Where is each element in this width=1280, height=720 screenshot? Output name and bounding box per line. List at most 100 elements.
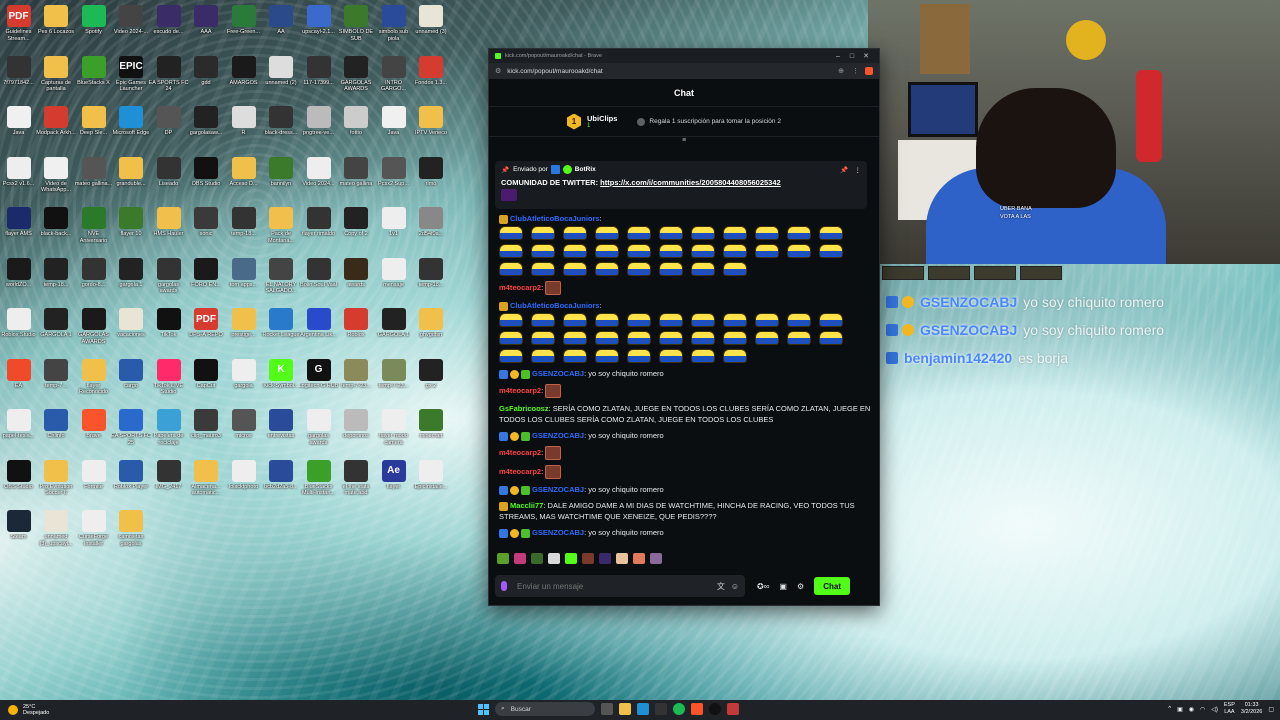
- desktop-icon[interactable]: EpicInstalle...: [413, 458, 450, 508]
- desktop-icon[interactable]: IPTV Veneco: [413, 104, 450, 154]
- desktop-icon[interactable]: fotito: [338, 104, 375, 154]
- desktop-icon[interactable]: Pcsx2 v1.6...: [0, 155, 37, 205]
- desktop-icon[interactable]: EA: [0, 357, 37, 407]
- zoom-icon[interactable]: ⊕: [838, 67, 844, 75]
- desktop-icon[interactable]: temp-18...: [225, 205, 262, 255]
- desktop-icon[interactable]: micros: [225, 407, 262, 457]
- desktop-icon[interactable]: flayer modo camera: [375, 407, 412, 457]
- desktop-icon[interactable]: Deep Sle...: [75, 104, 112, 154]
- desktop-icon[interactable]: DP: [150, 104, 187, 154]
- desktop-icon[interactable]: Brave: [75, 407, 112, 457]
- desktop-icon[interactable]: el the stats mate.abd: [338, 458, 375, 508]
- emote-icon[interactable]: [616, 553, 628, 564]
- desktop-icon[interactable]: pngtree-ve...: [300, 104, 337, 154]
- desktop-icon[interactable]: cargo: [113, 357, 150, 407]
- desktop-icon[interactable]: worldZO...: [0, 256, 37, 306]
- desktop-icon[interactable]: Rocket League: [263, 306, 300, 356]
- chat-username[interactable]: GSENZOCABJ: [532, 485, 584, 494]
- maximize-icon[interactable]: □: [845, 53, 859, 60]
- desktop-icon[interactable]: flayer AMS: [0, 205, 37, 255]
- desktop-icon[interactable]: Chlinfo: [38, 407, 75, 457]
- desktop-icon[interactable]: GARGOLAS AWARDS: [75, 306, 112, 356]
- task-view-icon[interactable]: [601, 703, 613, 715]
- desktop-icon[interactable]: CurseForge Installer: [75, 508, 112, 558]
- gift-box-icon[interactable]: ▣: [779, 582, 787, 591]
- desktop-icon[interactable]: gargola 1: [113, 256, 150, 306]
- desktop-icon[interactable]: TikTok LIVE Studio: [150, 357, 187, 407]
- desktop-icon[interactable]: 1v1: [375, 205, 412, 255]
- desktop-icon[interactable]: deportinos: [338, 407, 375, 457]
- desktop-icon[interactable]: gx 2: [413, 357, 450, 407]
- notifications-icon[interactable]: ▢: [1268, 706, 1274, 713]
- send-chat-button[interactable]: Chat: [814, 577, 851, 595]
- desktop-icon[interactable]: sonic: [188, 205, 225, 255]
- desktop-icon[interactable]: GARGOLA 1: [375, 306, 412, 356]
- desktop-icon[interactable]: lolscktphoto: [225, 458, 262, 508]
- emote-icon[interactable]: [582, 553, 594, 564]
- desktop-icon[interactable]: granduble...: [113, 155, 150, 205]
- desktop-icon[interactable]: EA SPORTS FC 25: [111, 407, 151, 457]
- desktop-icon[interactable]: BlueStacks Multi-Instan...: [300, 458, 337, 508]
- file-explorer-icon[interactable]: [619, 703, 631, 715]
- desktop-icon[interactable]: 2d54f0a...: [413, 205, 450, 255]
- desktop-icon[interactable]: OBS Studio: [188, 155, 225, 205]
- desktop-icon[interactable]: INTRO GARGO...: [375, 54, 412, 104]
- chat-username[interactable]: m4teocarp2: [499, 467, 541, 476]
- chat-message-list[interactable]: ClubAtleticoBocaJuniors: m4teocarp2: Clu…: [499, 213, 873, 543]
- desktop-icon[interactable]: Roblox Studio: [0, 306, 37, 356]
- chat-username[interactable]: GSENZOCABJ: [532, 431, 584, 440]
- store-icon[interactable]: [655, 703, 667, 715]
- desktop-icon[interactable]: unnamed (3)_upscayl...: [38, 508, 75, 558]
- desktop-icon[interactable]: PDF Guidelines Stream...: [0, 3, 37, 53]
- desktop-icon[interactable]: CapCut: [188, 357, 225, 407]
- desktop-icon[interactable]: temp-7...: [38, 357, 75, 407]
- desktop-icon[interactable]: upscayl-2.1...: [300, 3, 337, 53]
- desktop-icon[interactable]: Argentina Lik...: [300, 306, 337, 356]
- desktop-icon[interactable]: BlueStacks X: [75, 54, 112, 104]
- desktop-icon[interactable]: Pcsx2 Sup...: [375, 155, 412, 205]
- desktop-icon[interactable]: papel-tesla...: [0, 407, 37, 457]
- desktop-icon[interactable]: tom apps...: [225, 256, 262, 306]
- site-settings-icon[interactable]: ⚙: [495, 67, 501, 75]
- network-icon[interactable]: ◠: [1200, 706, 1205, 713]
- emote-icon[interactable]: [497, 553, 509, 564]
- desktop-icon[interactable]: Almacena... automatic...: [188, 458, 225, 508]
- edge-icon[interactable]: [637, 703, 649, 715]
- message-input[interactable]: [517, 581, 711, 591]
- desktop-icon[interactable]: Copy of 2: [338, 205, 375, 255]
- desktop-icon[interactable]: bcb2d2a5-8...: [263, 458, 300, 508]
- desktop-icon[interactable]: temp-7-23...: [375, 357, 412, 407]
- desktop-icon[interactable]: Pes 6 Locazos: [38, 3, 75, 53]
- desktop-icon[interactable]: Modpack Arkh...: [36, 104, 76, 154]
- desktop-icon[interactable]: AMARGOS: [225, 54, 262, 104]
- language-indicator[interactable]: ESP LAA: [1224, 702, 1235, 716]
- clock[interactable]: 01:33 3/2/2026: [1241, 702, 1262, 716]
- emote-icon[interactable]: [514, 553, 526, 564]
- desktop-icon[interactable]: EPIC Epic Games Launcher: [113, 54, 150, 104]
- desktop-icon[interactable]: unnamed (2): [263, 54, 300, 104]
- desktop-icon[interactable]: gargolas awards: [300, 407, 337, 457]
- desktop-icon[interactable]: Pack de Montana...: [263, 205, 300, 255]
- close-icon[interactable]: ✕: [859, 52, 873, 60]
- desktop-icon[interactable]: black-back...: [38, 205, 75, 255]
- desktop-icon[interactable]: Papelera de reciclaje: [150, 407, 187, 457]
- desktop-icon[interactable]: Free-Green...: [225, 3, 262, 53]
- desktop-icon[interactable]: G Logitech G HUB: [299, 357, 338, 407]
- desktop-icon[interactable]: vacaciones: [113, 306, 150, 356]
- chat-username[interactable]: m4teocarp2: [499, 448, 541, 457]
- obs-icon[interactable]: [709, 703, 721, 715]
- chat-username[interactable]: m4teocarp2: [499, 283, 541, 292]
- tray-app-icon[interactable]: ▣: [1177, 706, 1183, 713]
- desktop-icon[interactable]: HMS Hauler: [150, 205, 187, 255]
- menu-icon[interactable]: ⋮: [852, 67, 859, 75]
- desktop-icon[interactable]: bannilyn: [263, 155, 300, 205]
- brave-icon[interactable]: [691, 703, 703, 715]
- desktop-icon[interactable]: Microsoft Edge: [113, 104, 150, 154]
- pinned-link[interactable]: https://x.com/i/communities/200580440805…: [600, 178, 781, 187]
- minimize-icon[interactable]: –: [831, 53, 845, 60]
- desktop-icon[interactable]: minecraft: [413, 407, 450, 457]
- desktop-icon[interactable]: gargolas awards: [150, 256, 187, 306]
- desktop-icon[interactable]: flayer 10: [113, 205, 150, 255]
- gift-sub-promo[interactable]: Regala 1 suscripción para tomar la posic…: [637, 117, 781, 126]
- settings-gear-icon[interactable]: ⚙: [797, 582, 804, 591]
